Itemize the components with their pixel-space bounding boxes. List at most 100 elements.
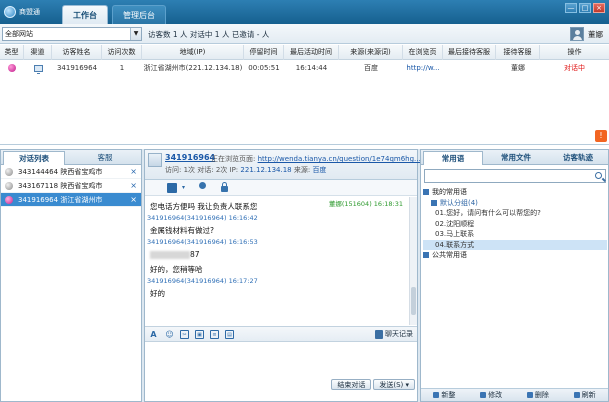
column-header[interactable]: 接待客服 (496, 45, 540, 60)
conversation-location: 浙江省湖州市 (60, 196, 103, 204)
chevron-down-icon[interactable]: ▾ (405, 381, 409, 389)
form-icon[interactable]: ▤ (225, 330, 234, 339)
phrase-item[interactable]: 03.马上联系 (423, 229, 607, 240)
tab-conversation-list[interactable]: 对话列表 (3, 151, 65, 165)
minimize-button[interactable]: — (565, 3, 577, 13)
phrase-item[interactable]: 01.您好，请问有什么可以帮您的? (423, 208, 607, 219)
column-header[interactable]: 在浏览页 (403, 45, 443, 60)
browsing-page-link[interactable]: http://w... (403, 61, 443, 76)
column-header[interactable]: 渠道 (24, 45, 52, 60)
conversation-id: 343144464 (18, 168, 59, 176)
action-status-link[interactable]: 对话中 (540, 61, 609, 76)
image-icon[interactable]: ▣ (195, 330, 204, 339)
tab-visitor-trail[interactable]: 访客轨迹 (548, 151, 608, 165)
screenshot-icon[interactable]: ✂ (180, 330, 189, 339)
chevron-down-icon[interactable]: ▾ (179, 183, 188, 192)
refresh-button[interactable]: 刷新 (573, 390, 596, 400)
table-row[interactable]: 341916964 1 浙江省湖州市(221.12.134.18) 00:05:… (0, 61, 609, 76)
tree-node-my-phrases[interactable]: 我的常用语 (423, 187, 607, 198)
app-logo-icon (4, 6, 16, 18)
avatar (148, 153, 162, 167)
search-icon[interactable] (595, 172, 602, 179)
visitor-source: 百度 (312, 166, 327, 174)
site-select[interactable]: 全部网站 ▼ (2, 27, 142, 41)
column-header[interactable]: 最后活动时间 (284, 45, 339, 60)
quick-reply-panel: 常用语 常用文件 访客轨迹 我的常用语 默认分组(4) 01.您好，请问有什么可… (420, 149, 609, 402)
visitor-status-icon (5, 182, 13, 190)
channel-icon (24, 61, 52, 76)
visit-label: 访问: 1次 对话: 2次 IP: (165, 166, 241, 174)
tree-node-default-group[interactable]: 默认分组(4) (423, 198, 607, 209)
visitor-name: 341916964 (56, 64, 98, 72)
tab-admin[interactable]: 管理后台 (112, 5, 166, 24)
delete-label: 删除 (534, 391, 549, 399)
end-conversation-button[interactable]: 结束对话 (331, 379, 372, 390)
browsing-url-link[interactable]: http://wenda.tianya.cn/question/1e74qm6h… (258, 155, 421, 163)
table-header: 类型 渠道 访客姓名 访问次数 地域(IP) 停留时间 最后活动时间 来源(来源… (0, 45, 609, 60)
edit-phrase-button[interactable]: 修改 (480, 390, 502, 400)
conversation-location: 陕西省宝鸡市 (60, 182, 103, 190)
chat-log-button[interactable]: 聊天记录 (375, 329, 413, 339)
conversation-item[interactable]: 343144464 陕西省宝鸡市 × (1, 165, 141, 179)
chat-visitor-name[interactable]: 341916964 (165, 153, 215, 162)
phrase-search-input[interactable] (424, 169, 606, 183)
agent-info[interactable]: 董娜 (570, 27, 603, 41)
column-header[interactable]: 操作 (540, 45, 609, 60)
edit-label: 修改 (488, 391, 503, 399)
notification-icon[interactable]: ! (595, 130, 607, 142)
lock-icon[interactable] (221, 182, 228, 192)
column-header[interactable]: 来源(来源词) (339, 45, 403, 60)
column-header[interactable]: 地域(IP) (142, 45, 244, 60)
tab-common-phrases[interactable]: 常用语 (423, 151, 483, 165)
conversation-tabs: 对话列表 客服 (1, 150, 141, 165)
message-text: 好的，您稍等哈 (150, 265, 203, 274)
tab-workbench[interactable]: 工作台 (62, 5, 108, 24)
folder-icon[interactable] (167, 183, 177, 193)
conversation-id: 343167118 (18, 182, 59, 190)
message-text-blurred: 87 (147, 247, 409, 262)
tab-common-files[interactable]: 常用文件 (487, 151, 545, 165)
close-button[interactable]: × (593, 3, 605, 13)
refresh-label: 刷新 (581, 391, 596, 399)
maximize-button[interactable]: □ (579, 3, 591, 13)
scrollbar-thumb[interactable] (411, 287, 416, 315)
tree-node-label: 我的常用语 (432, 188, 467, 196)
file-icon[interactable]: ≡ (210, 330, 219, 339)
font-icon[interactable]: A (149, 330, 158, 339)
message-text: 金属钱材料有做过? (150, 226, 214, 235)
column-header[interactable]: 停留时间 (244, 45, 284, 60)
avatar[interactable] (570, 27, 584, 41)
tab-agents[interactable]: 客服 (69, 151, 141, 165)
chat-log-icon (375, 329, 383, 339)
phrase-item[interactable]: 02.沈阳顺程 (423, 219, 607, 230)
message-list: 您电话方便吗 我让负责人联系您 341916964(341916964) 16:… (145, 197, 409, 325)
visit-count: 1 (119, 64, 125, 72)
column-header[interactable]: 类型 (0, 45, 24, 60)
column-header[interactable]: 访客姓名 (52, 45, 102, 60)
visitor-ip: 221.12.134.18 (240, 166, 292, 174)
tree-node-label: 公共常用语 (432, 251, 467, 259)
monitor-icon (33, 64, 43, 74)
add-phrase-button[interactable]: 新整 (433, 390, 455, 400)
refresh-icon (573, 392, 580, 398)
close-icon[interactable]: × (130, 179, 137, 193)
transfer-user-icon[interactable] (199, 182, 206, 189)
send-button[interactable]: 发送(S) ▾ (373, 379, 415, 390)
message-input[interactable]: 结束对话 发送(S) ▾ (145, 343, 417, 390)
emoji-icon[interactable]: ☺ (165, 330, 174, 339)
column-header[interactable]: 最后接待客服 (443, 45, 496, 60)
chat-log-label: 聊天记录 (385, 330, 413, 338)
tree-node-public-phrases[interactable]: 公共常用语 (423, 250, 607, 261)
column-header[interactable]: 访问次数 (102, 45, 142, 60)
conversation-item-selected[interactable]: 341916964 浙江省湖州市 × (1, 193, 141, 207)
delete-phrase-button[interactable]: 删除 (526, 390, 549, 400)
chevron-down-icon[interactable]: ▼ (130, 28, 141, 40)
conversation-item[interactable]: 343167118 陕西省宝鸡市 × (1, 179, 141, 193)
close-icon[interactable]: × (130, 165, 137, 179)
visitor-region: 浙江省湖州市(221.12.134.18) (143, 64, 243, 72)
message-scrollbar[interactable] (409, 197, 417, 325)
app-logo: 商盟通 (4, 4, 40, 20)
phrase-item-selected[interactable]: 04.联系方式 (423, 239, 607, 250)
close-icon[interactable]: × (130, 193, 137, 207)
top-bar: 商盟通 工作台 管理后台 — □ × (0, 0, 609, 24)
